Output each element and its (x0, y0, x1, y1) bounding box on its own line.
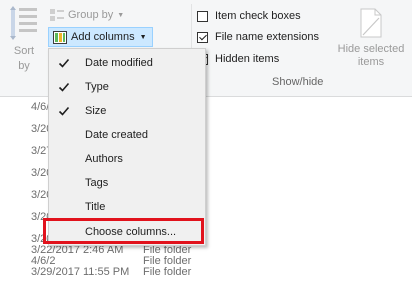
group-by-icon (50, 9, 64, 21)
menu-item-authors[interactable]: Authors (49, 147, 205, 171)
menu-item-type[interactable]: Type (49, 75, 205, 99)
file-name-extensions-toggle[interactable]: File name extensions (197, 28, 319, 46)
chevron-down-icon: ▼ (117, 11, 125, 19)
menu-item-size[interactable]: Size (49, 99, 205, 123)
show-hide-group: Item check boxes File name extensions Hi… (197, 0, 335, 96)
hide-selected-label: Hide selected items (337, 43, 405, 68)
menu-item-label: Date modified (85, 57, 153, 69)
menu-item-tags[interactable]: Tags (49, 171, 205, 195)
menu-item-title[interactable]: Title (49, 195, 205, 219)
type-cell: File folder (143, 266, 192, 278)
menu-item-date-created[interactable]: Date created (49, 123, 205, 147)
checkmark-icon (58, 106, 70, 116)
group-by-label: Group by (68, 9, 114, 21)
checkmark-icon (58, 58, 70, 68)
group-by-button[interactable]: Group by ▼ (50, 6, 124, 24)
hidden-items-toggle[interactable]: Hidden items (197, 50, 279, 68)
menu-item-label: Authors (85, 153, 123, 165)
menu-item-date-modified[interactable]: Date modified (49, 51, 205, 75)
item-check-boxes-label: Item check boxes (215, 10, 301, 22)
add-columns-menu: Date modified Type Size Date created Aut… (48, 48, 206, 246)
sort-by-icon (10, 6, 37, 40)
menu-item-label: Title (85, 201, 106, 213)
menu-item-label: Size (85, 105, 107, 117)
hide-selected-items-button[interactable]: Hide selected items (334, 4, 408, 74)
add-columns-icon (53, 31, 67, 44)
add-columns-button[interactable]: Add columns ▼ (48, 27, 153, 47)
list-item[interactable]: 3/29/2017 11:55 PM File folder (0, 262, 412, 284)
menu-item-label: Tags (85, 177, 109, 189)
checkbox[interactable] (197, 31, 208, 43)
hide-selected-icon (360, 8, 382, 38)
add-columns-label: Add columns (71, 31, 135, 43)
sort-by-button[interactable]: Sort by (6, 2, 44, 92)
menu-item-label: Date created (85, 129, 148, 141)
show-hide-caption: Show/hide (272, 76, 324, 88)
checkmark-icon (58, 82, 70, 92)
chevron-down-icon: ▼ (139, 33, 147, 41)
sort-by-label: Sort by (13, 45, 35, 72)
hidden-items-label: Hidden items (215, 53, 280, 65)
date-cell: 3/29/2017 11:55 PM (31, 266, 130, 278)
item-check-boxes-toggle[interactable]: Item check boxes (197, 7, 301, 25)
checkbox[interactable] (197, 10, 208, 22)
menu-item-label: Type (85, 81, 109, 93)
highlight-box (43, 218, 204, 244)
file-name-extensions-label: File name extensions (215, 31, 319, 43)
